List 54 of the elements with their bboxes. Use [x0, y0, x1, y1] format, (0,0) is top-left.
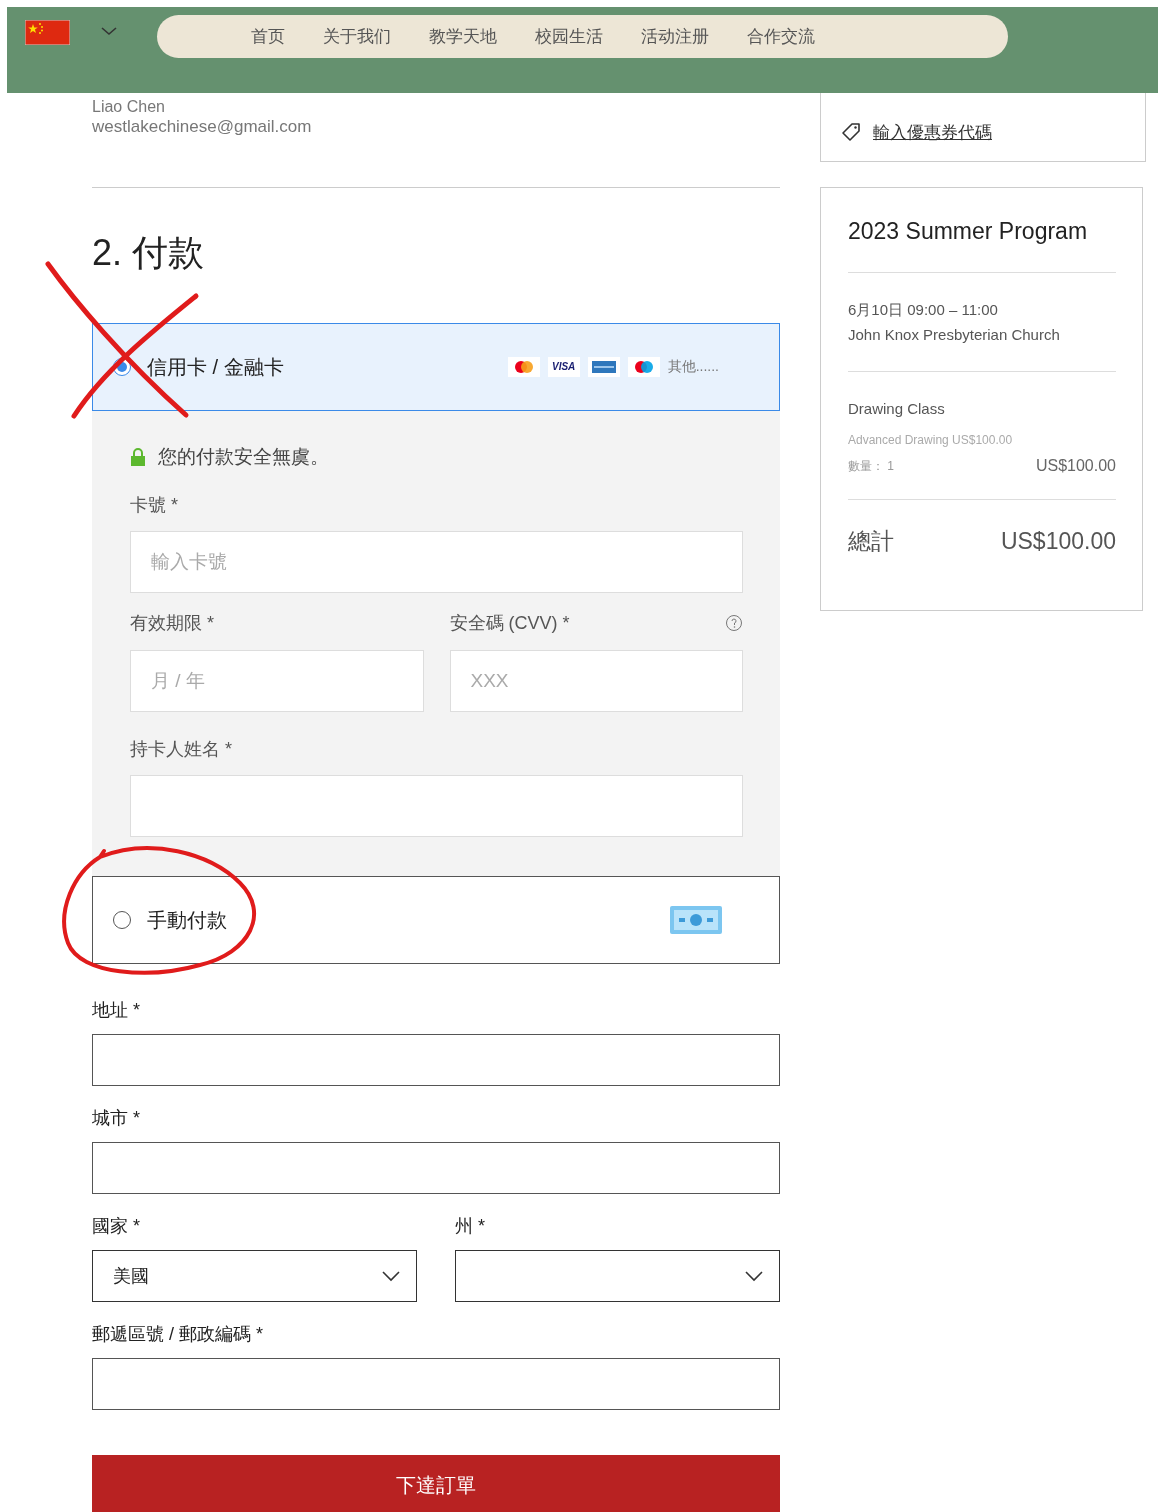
security-note: 您的付款安全無虞。	[158, 446, 329, 468]
item-option: Advanced Drawing US$100.00	[848, 433, 1116, 447]
total-amount: US$100.00	[1000, 528, 1116, 555]
mastercard-icon	[507, 357, 540, 377]
maestro-icon	[627, 357, 660, 377]
item-price: US$100.00	[1035, 457, 1116, 475]
input-field[interactable]	[92, 1142, 780, 1194]
cash-icon	[669, 904, 723, 936]
field-label: 國家 *	[92, 1216, 141, 1236]
more-brands-text: 其他......	[667, 358, 719, 376]
coupon-link[interactable]: 輸入優惠券代碼	[873, 120, 992, 144]
help-icon[interactable]	[725, 614, 743, 632]
quantity-text: 數量： 1	[848, 457, 894, 475]
chevron-down-icon	[382, 1270, 400, 1282]
select-field[interactable]	[455, 1250, 780, 1302]
nav-link[interactable]: 活动注册	[640, 25, 709, 48]
select-value: 美國	[113, 1265, 149, 1288]
field-label: 持卡人姓名 *	[130, 739, 233, 759]
input-field[interactable]	[92, 1358, 780, 1410]
contact-email: westlakechinese@gmail.com	[92, 117, 313, 137]
chevron-down-icon	[745, 1270, 763, 1282]
radio-button[interactable]	[113, 911, 131, 929]
field-label: 城市 *	[92, 1108, 141, 1128]
lock-icon	[130, 448, 146, 466]
place-order-button[interactable]: 下達訂單	[92, 1455, 780, 1512]
event-location: John Knox Presbyterian Church	[848, 325, 1061, 345]
payment-option[interactable]: 手動付款	[92, 876, 780, 964]
input-field[interactable]	[92, 1034, 780, 1086]
section-heading: 2. 付款	[92, 232, 206, 274]
nav-link[interactable]: 首页	[250, 25, 285, 48]
field-label: 郵遞區號 / 郵政編碼 *	[92, 1324, 264, 1344]
event-date: 6月10日 09:00 – 11:00	[848, 300, 999, 320]
field-label: 安全碼 (CVV) *	[449, 613, 570, 633]
nav-link[interactable]: 教学天地	[428, 25, 497, 48]
select-field[interactable]: 美國	[92, 1250, 417, 1302]
card-icon	[587, 357, 620, 377]
visa-logo: VISA	[547, 357, 580, 377]
payment-option-label: 手動付款	[147, 907, 227, 933]
chevron-down-icon[interactable]	[100, 25, 118, 37]
event-title: 2023 Summer Program	[848, 216, 1116, 273]
field-label: 地址 *	[92, 1000, 141, 1020]
payment-option[interactable]: 信用卡 / 金融卡 VISA 其他......	[92, 323, 780, 411]
field-label: 有效期限 *	[130, 613, 215, 633]
tag-icon	[841, 122, 861, 142]
contact-name: Liao Chen	[92, 97, 166, 117]
payment-option-label: 信用卡 / 金融卡	[147, 354, 284, 380]
item-name: Drawing Class	[848, 399, 946, 419]
nav-link[interactable]: 关于我们	[322, 25, 391, 48]
nav-link[interactable]: 校园生活	[534, 25, 603, 48]
field-label: 州 *	[455, 1216, 486, 1236]
flag-icon[interactable]	[25, 20, 70, 45]
nav-link[interactable]: 合作交流	[746, 25, 815, 48]
total-label: 總計	[848, 527, 894, 556]
field-label: 卡號 *	[130, 495, 179, 515]
